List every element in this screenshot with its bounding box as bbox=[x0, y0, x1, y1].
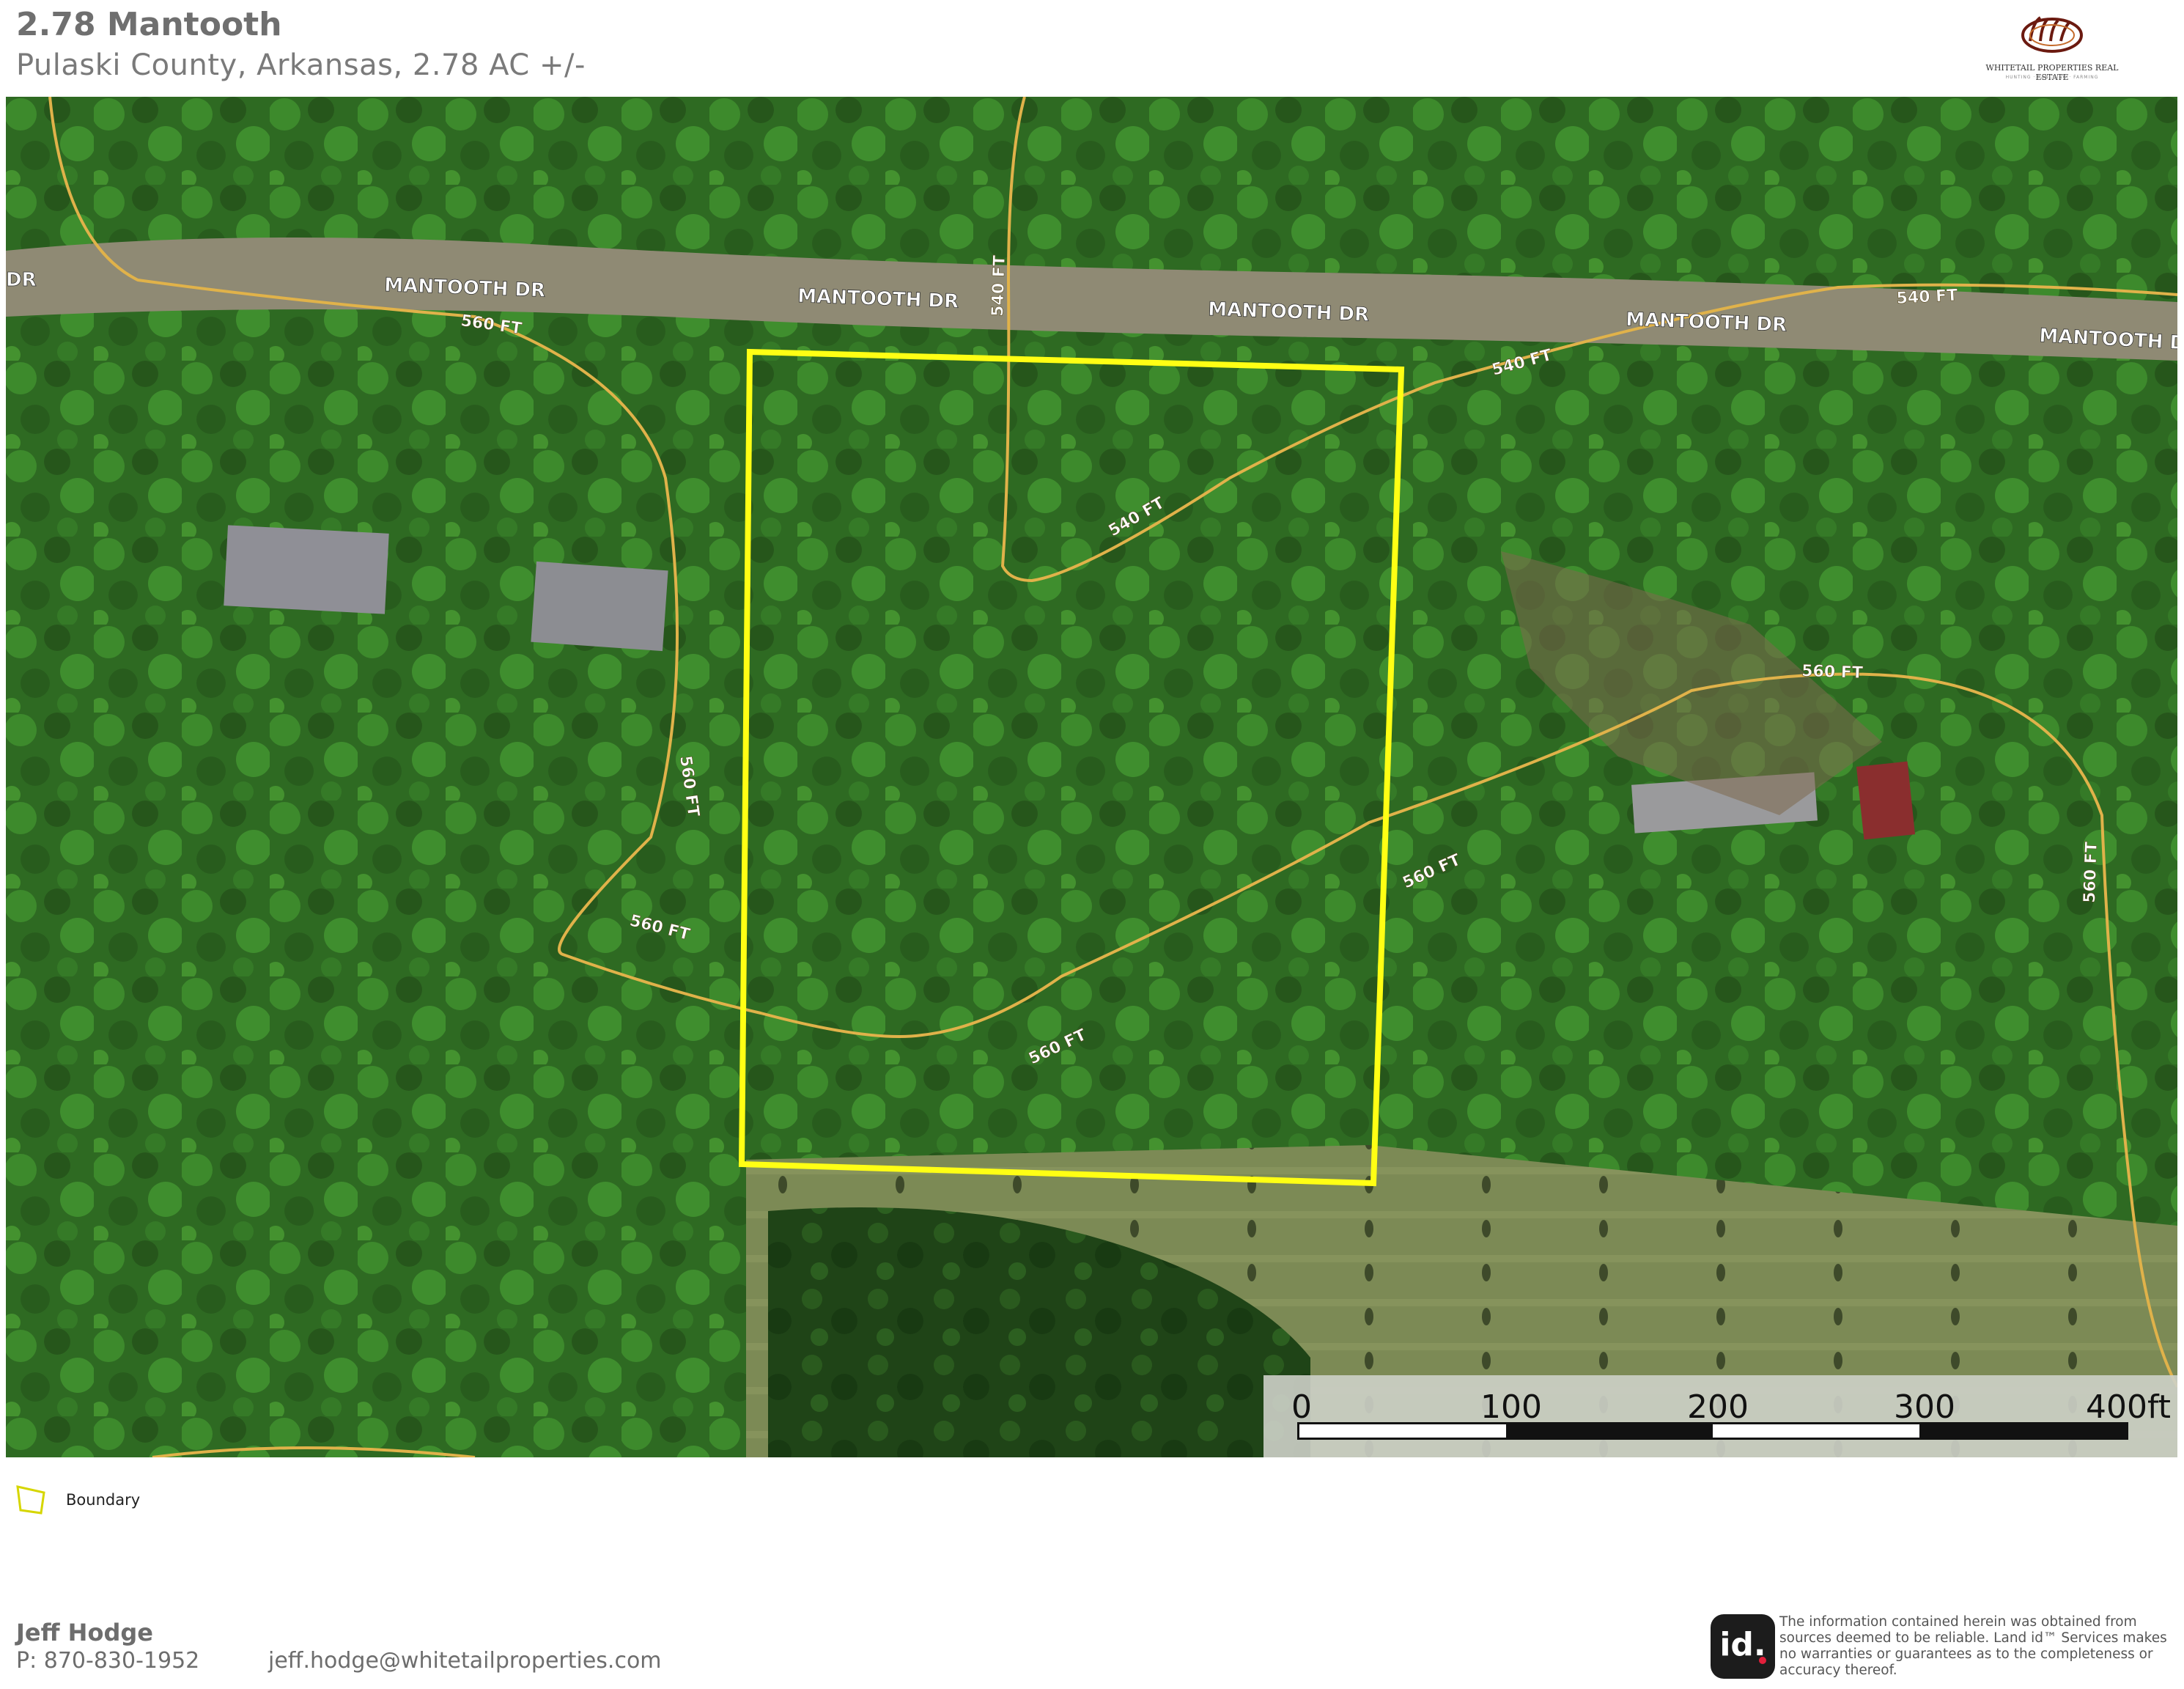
contour-label: 540 FT bbox=[1896, 287, 1958, 308]
agent-name: Jeff Hodge bbox=[16, 1619, 153, 1646]
logo-tagline: HUNTING · RANCHING · FARMING bbox=[2005, 75, 2099, 80]
legend-label-boundary: Boundary bbox=[66, 1491, 141, 1509]
agent-phone: P: 870-830-1952 bbox=[16, 1648, 200, 1674]
contour-label: 540 FT bbox=[989, 255, 1009, 317]
contour-label: 560 FT bbox=[2081, 842, 2101, 903]
house-roof-2 bbox=[531, 561, 668, 652]
satellite-map[interactable]: 560 FT 560 FT 560 FT 560 FT 560 FT 560 F… bbox=[6, 97, 2177, 1457]
scale-tick: 200 bbox=[1687, 1388, 1749, 1426]
scale-segment-dark bbox=[1506, 1424, 1713, 1438]
agent-email[interactable]: jeff.hodge@whitetailproperties.com bbox=[268, 1648, 662, 1674]
page-title: 2.78 Mantooth bbox=[16, 6, 282, 43]
company-logo: WHITETAIL PROPERTIES REAL ESTATE HUNTING… bbox=[1979, 12, 2125, 85]
road-label: DR bbox=[6, 269, 37, 291]
map-canvas[interactable]: 560 FT 560 FT 560 FT 560 FT 560 FT 560 F… bbox=[6, 97, 2177, 1457]
scale-segment-dark bbox=[1919, 1424, 2126, 1438]
scale-tick: 100 bbox=[1480, 1388, 1542, 1426]
contour-label: 560 FT bbox=[1801, 662, 1863, 682]
page-subtitle: Pulaski County, Arkansas, 2.78 AC +/- bbox=[16, 48, 586, 82]
boundary-polygon-icon bbox=[16, 1485, 45, 1515]
scale-bar-graphic bbox=[1297, 1422, 2128, 1440]
antler-logo-icon bbox=[2021, 16, 2083, 53]
landid-dot bbox=[1759, 1657, 1766, 1664]
house-roof-1 bbox=[224, 525, 389, 614]
red-shed bbox=[1856, 761, 1916, 840]
scale-bar: 0 100 200 300 400ft bbox=[1263, 1375, 2177, 1457]
landid-logo-icon: id. bbox=[1711, 1614, 1775, 1679]
scale-tick: 0 bbox=[1291, 1388, 1312, 1426]
disclaimer-text: The information contained herein was obt… bbox=[1779, 1614, 2167, 1678]
scale-tick: 400ft bbox=[2086, 1388, 2171, 1426]
scale-tick: 300 bbox=[1894, 1388, 1955, 1426]
